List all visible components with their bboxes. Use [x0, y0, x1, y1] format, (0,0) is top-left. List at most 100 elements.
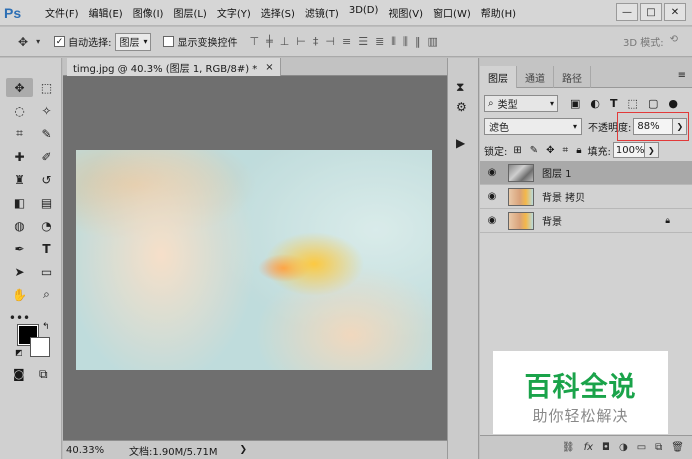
- move-tool-icon[interactable]: ✥: [6, 78, 33, 97]
- healing-brush-tool-icon[interactable]: ✚: [6, 147, 33, 166]
- fill-input[interactable]: 100%: [612, 142, 645, 158]
- distribute-top-icon[interactable]: ≡: [342, 35, 351, 49]
- rotate-3d-icon[interactable]: ⟲: [670, 34, 678, 49]
- minimize-button[interactable]: —: [616, 3, 638, 21]
- eyedropper-tool-icon[interactable]: ✎: [33, 124, 60, 143]
- distribute-left-icon[interactable]: ⫴: [391, 35, 396, 49]
- menu-filter[interactable]: 滤镜(T): [300, 5, 344, 20]
- fill-dropdown-icon[interactable]: ❯: [644, 142, 659, 158]
- tab-paths[interactable]: 路径: [554, 66, 591, 88]
- menu-view[interactable]: 视图(V): [383, 5, 428, 20]
- adjustment-layer-icon[interactable]: ◑: [619, 442, 628, 453]
- swap-colors-icon[interactable]: ↰: [42, 322, 50, 332]
- auto-select-checkbox[interactable]: ✓: [54, 36, 66, 47]
- distribute-bottom-icon[interactable]: ≣: [375, 35, 384, 49]
- auto-select-dropdown[interactable]: 图层 ▾: [115, 32, 152, 51]
- menu-image[interactable]: 图像(I): [128, 5, 169, 20]
- delete-layer-icon[interactable]: 🗑︎: [671, 442, 684, 453]
- show-transform-checkbox[interactable]: [163, 36, 175, 47]
- align-right-icon[interactable]: ⊣: [325, 35, 335, 49]
- auto-align-icon[interactable]: ▥: [427, 35, 437, 49]
- zoom-level[interactable]: 40.33%: [63, 445, 104, 456]
- chevron-down-icon[interactable]: ▾: [36, 37, 40, 46]
- menu-layer[interactable]: 图层(L): [168, 5, 211, 20]
- close-button[interactable]: ✕: [664, 3, 686, 21]
- marquee-tool-icon[interactable]: ⬚: [33, 78, 60, 97]
- eye-icon[interactable]: ◉: [480, 191, 504, 202]
- layer-row[interactable]: ◉ 背景 🔒︎: [480, 209, 692, 233]
- screen-mode-icon[interactable]: ⧉: [39, 367, 48, 382]
- layer-name[interactable]: 图层 1: [542, 165, 572, 180]
- eraser-tool-icon[interactable]: ◧: [6, 193, 33, 212]
- filter-adjustment-icon[interactable]: ◐: [590, 97, 600, 110]
- filter-pixel-icon[interactable]: ▣: [570, 97, 580, 110]
- panel-menu-icon[interactable]: ≡: [678, 70, 686, 81]
- layer-effects-icon[interactable]: fx: [584, 442, 593, 453]
- menu-select[interactable]: 选择(S): [256, 5, 300, 20]
- blur-tool-icon[interactable]: ◍: [6, 216, 33, 235]
- image-canvas[interactable]: [76, 150, 432, 370]
- eye-icon[interactable]: ◉: [480, 215, 504, 226]
- close-tab-icon[interactable]: ×: [265, 62, 273, 73]
- pen-tool-icon[interactable]: ✒: [6, 239, 33, 258]
- magic-wand-tool-icon[interactable]: ✧: [33, 101, 60, 120]
- layer-name[interactable]: 背景: [542, 213, 562, 228]
- maximize-button[interactable]: □: [640, 3, 662, 21]
- actions-play-icon[interactable]: ▶: [456, 136, 465, 150]
- menu-file[interactable]: 文件(F): [40, 5, 84, 20]
- lock-transparent-icon[interactable]: ⊞: [513, 145, 521, 156]
- path-selection-tool-icon[interactable]: ➤: [6, 262, 33, 281]
- layer-row[interactable]: ◉ 背景 拷贝: [480, 185, 692, 209]
- align-vcenter-icon[interactable]: ╪: [266, 35, 273, 49]
- align-top-icon[interactable]: ⊤: [249, 35, 259, 49]
- hand-tool-icon[interactable]: ✋: [6, 285, 33, 304]
- document-tab[interactable]: timg.jpg @ 40.3% (图层 1, RGB/8#) * ×: [67, 58, 281, 76]
- tab-channels[interactable]: 通道: [517, 66, 554, 88]
- lock-position-icon[interactable]: ✥: [546, 145, 554, 156]
- layer-row[interactable]: ◉ 图层 1: [480, 161, 692, 185]
- add-mask-icon[interactable]: ◘: [602, 442, 610, 453]
- history-panel-icon[interactable]: ⧗: [456, 80, 464, 95]
- distribute-right-icon[interactable]: ‖: [415, 35, 421, 49]
- quick-mask-icon[interactable]: ◙: [13, 367, 25, 381]
- lock-pixels-icon[interactable]: ✎: [530, 145, 538, 156]
- menu-edit[interactable]: 编辑(E): [84, 5, 128, 20]
- eye-icon[interactable]: ◉: [480, 167, 504, 178]
- menu-type[interactable]: 文字(Y): [212, 5, 256, 20]
- chevron-right-icon[interactable]: ❯: [240, 445, 248, 455]
- blend-mode-dropdown[interactable]: 滤色 ▾: [484, 118, 582, 135]
- lock-all-icon[interactable]: 🔒︎: [576, 145, 581, 156]
- menu-3d[interactable]: 3D(D): [344, 5, 384, 20]
- zoom-tool-icon[interactable]: ⌕: [33, 285, 60, 304]
- move-tool-icon[interactable]: ✥: [18, 35, 28, 49]
- clone-stamp-tool-icon[interactable]: ♜: [6, 170, 33, 189]
- filter-shape-icon[interactable]: ⬚: [628, 97, 638, 110]
- distribute-vcenter-icon[interactable]: ☰: [358, 35, 368, 49]
- layer-name[interactable]: 背景 拷贝: [542, 189, 585, 204]
- filter-type-icon[interactable]: T: [610, 97, 618, 110]
- lasso-tool-icon[interactable]: ◌: [6, 101, 33, 120]
- layer-filter-dropdown[interactable]: ⌕ 类型 ▾: [484, 95, 558, 112]
- filter-toggle-icon[interactable]: ●: [668, 97, 678, 110]
- background-color-swatch[interactable]: [30, 337, 50, 357]
- history-brush-tool-icon[interactable]: ↺: [33, 170, 60, 189]
- distribute-hcenter-icon[interactable]: ⫼: [403, 35, 408, 49]
- align-bottom-icon[interactable]: ⊥: [280, 35, 290, 49]
- filter-smart-object-icon[interactable]: ▢: [648, 97, 658, 110]
- menu-window[interactable]: 窗口(W): [428, 5, 476, 20]
- align-left-icon[interactable]: ⊢: [296, 35, 306, 49]
- default-colors-icon[interactable]: ◩: [15, 348, 23, 357]
- crop-tool-icon[interactable]: ⌗: [6, 124, 33, 143]
- link-layers-icon[interactable]: ⛓: [562, 442, 575, 453]
- brush-tool-icon[interactable]: ✐: [33, 147, 60, 166]
- tab-layers[interactable]: 图层: [480, 66, 517, 88]
- new-layer-icon[interactable]: ⧉: [655, 442, 662, 453]
- rectangle-tool-icon[interactable]: ▭: [33, 262, 60, 281]
- lock-artboard-icon[interactable]: ⌗: [563, 145, 569, 156]
- new-group-icon[interactable]: ▭: [637, 442, 646, 453]
- type-tool-icon[interactable]: T: [33, 239, 60, 258]
- properties-panel-icon[interactable]: ⚙: [456, 100, 467, 114]
- gradient-tool-icon[interactable]: ▤: [33, 193, 60, 212]
- dodge-tool-icon[interactable]: ◔: [33, 216, 60, 235]
- menu-help[interactable]: 帮助(H): [476, 5, 521, 20]
